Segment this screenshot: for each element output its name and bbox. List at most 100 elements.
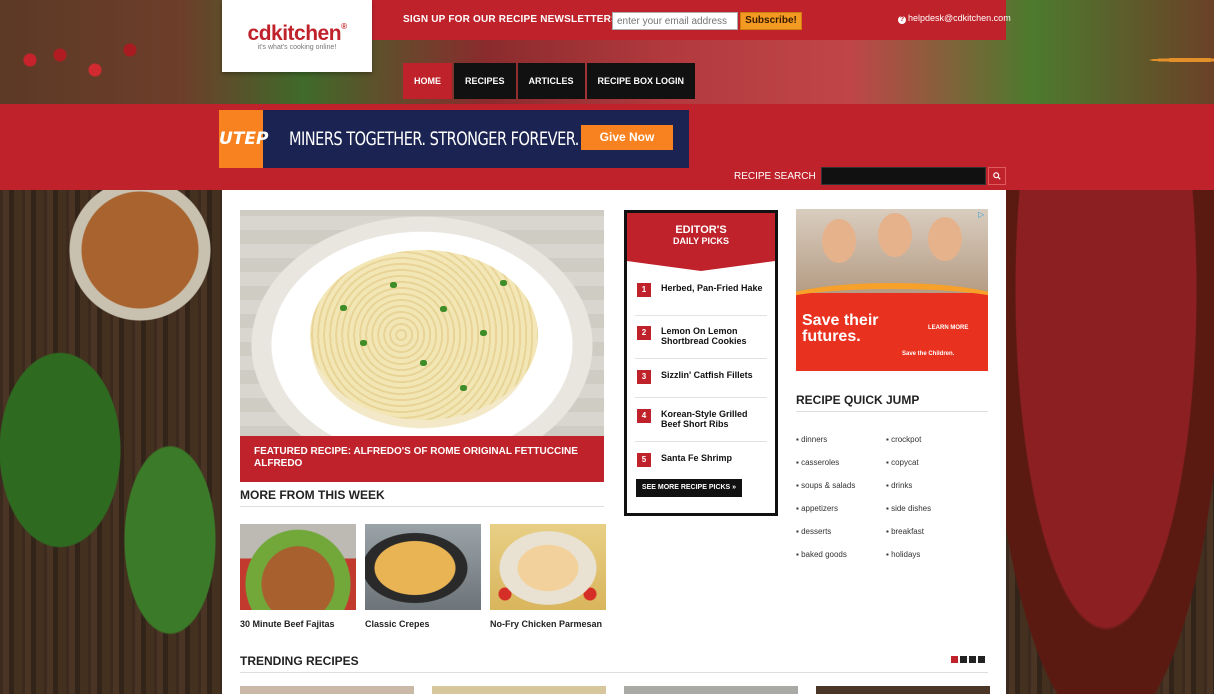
- help-icon: ?: [898, 16, 906, 24]
- pick-item[interactable]: 5 Santa Fe Shrimp: [637, 453, 767, 467]
- herb-garnish: [460, 385, 467, 391]
- logo-registered-mark: ®: [341, 22, 347, 31]
- subscribe-button[interactable]: Subscribe!: [740, 12, 802, 30]
- section-divider: [796, 411, 988, 412]
- featured-recipe[interactable]: FEATURED RECIPE: ALFREDO'S OF ROME ORIGI…: [240, 210, 604, 482]
- pick-label: Sizzlin' Catfish Fillets: [661, 370, 753, 380]
- trending-thumb[interactable]: [624, 686, 798, 694]
- left-background-image: [0, 190, 222, 694]
- pick-label: Korean-Style Grilled Beef Short Ribs: [661, 409, 748, 429]
- pick-divider: [635, 315, 767, 316]
- quick-jump-link[interactable]: ▪ drinks: [886, 481, 912, 490]
- carousel-dot[interactable]: [978, 656, 985, 663]
- section-divider: [240, 506, 604, 507]
- carousel-dot[interactable]: [960, 656, 967, 663]
- editors-daily-picks: EDITOR'S DAILY PICKS 1 Herbed, Pan-Fried …: [624, 210, 778, 516]
- herb-garnish: [360, 340, 367, 346]
- pick-label: Santa Fe Shrimp: [661, 453, 733, 463]
- more-from-week-title: MORE FROM THIS WEEK: [240, 488, 385, 502]
- recipe-thumb-fajitas[interactable]: [240, 524, 356, 610]
- quick-jump-link[interactable]: ▪ holidays: [886, 550, 920, 559]
- trending-thumb[interactable]: [816, 686, 990, 694]
- help-link[interactable]: ? helpdesk@cdkitchen.com: [898, 13, 1011, 24]
- quick-jump-link[interactable]: ▪ breakfast: [886, 527, 924, 536]
- pick-number: 2: [637, 326, 651, 340]
- help-email: helpdesk@cdkitchen.com: [908, 13, 1011, 23]
- child-photo: [928, 217, 962, 261]
- quick-jump-link[interactable]: ▪ appetizers: [796, 504, 838, 513]
- ad-photo: [796, 209, 988, 293]
- main-content: FEATURED RECIPE: ALFREDO'S OF ROME ORIGI…: [222, 190, 1006, 694]
- trending-thumb[interactable]: [240, 686, 414, 694]
- search-button[interactable]: [988, 167, 1006, 185]
- trending-thumb[interactable]: [432, 686, 606, 694]
- herb-garnish: [440, 306, 447, 312]
- ad-headline: Save their futures.: [802, 312, 879, 345]
- logo-text: cdkitchen: [247, 22, 342, 45]
- quick-jump-link[interactable]: ▪ soups & salads: [796, 481, 855, 490]
- pick-divider: [635, 397, 767, 398]
- nav-recipe-box-login[interactable]: RECIPE BOX LOGIN: [586, 63, 696, 99]
- give-now-button[interactable]: Give Now: [581, 125, 673, 150]
- quick-jump-link[interactable]: ▪ baked goods: [796, 550, 847, 559]
- pick-number: 4: [637, 409, 651, 423]
- recipe-thumb-label[interactable]: Classic Crepes: [365, 619, 430, 629]
- see-more-picks-button[interactable]: SEE MORE RECIPE PICKS »: [636, 479, 742, 497]
- utep-slogan: MINERS TOGETHER. STRONGER FOREVER.: [289, 128, 579, 150]
- pick-item[interactable]: 2 Lemon On Lemon Shortbread Cookies: [637, 326, 767, 346]
- child-photo: [822, 219, 856, 263]
- main-nav: HOME RECIPES ARTICLES RECIPE BOX LOGIN: [403, 63, 697, 99]
- recipe-thumb-label[interactable]: No-Fry Chicken Parmesan: [490, 619, 602, 629]
- recipe-search-label: RECIPE SEARCH: [734, 171, 816, 182]
- pick-label: Herbed, Pan-Fried Hake: [661, 283, 763, 293]
- right-background-image: [1006, 190, 1214, 694]
- picks-header-arrow: [627, 261, 775, 271]
- pick-divider: [635, 441, 767, 442]
- nav-articles[interactable]: ARTICLES: [517, 63, 585, 99]
- utep-banner-ad[interactable]: UTEP MINERS TOGETHER. STRONGER FOREVER. …: [219, 110, 689, 168]
- herb-garnish: [390, 282, 397, 288]
- herb-garnish: [500, 280, 507, 286]
- pick-item[interactable]: 4 Korean-Style Grilled Beef Short Ribs: [637, 409, 767, 429]
- picks-title: EDITOR'S: [675, 224, 727, 236]
- site-logo[interactable]: cdkitchen® it's what's cooking online!: [222, 0, 372, 72]
- recipe-thumb-label[interactable]: 30 Minute Beef Fajitas: [240, 619, 335, 629]
- featured-recipe-caption[interactable]: FEATURED RECIPE: ALFREDO'S OF ROME ORIGI…: [240, 436, 604, 482]
- quick-jump-link[interactable]: ▪ crockpot: [886, 435, 921, 444]
- newsletter-label: SIGN UP FOR OUR RECIPE NEWSLETTERS: [403, 14, 618, 25]
- recipe-thumb-crepes[interactable]: [365, 524, 481, 610]
- newsletter-email-input[interactable]: [612, 12, 738, 30]
- picks-subtitle: DAILY PICKS: [672, 236, 730, 246]
- pick-divider: [635, 358, 767, 359]
- nav-recipes[interactable]: RECIPES: [454, 63, 516, 99]
- carousel-dot[interactable]: [951, 656, 958, 663]
- save-the-children-ad[interactable]: Save their futures. LEARN MORE Save the …: [796, 209, 988, 371]
- pick-number: 1: [637, 283, 651, 297]
- quick-jump-link[interactable]: ▪ desserts: [796, 527, 831, 536]
- pick-label: Lemon On Lemon Shortbread Cookies: [661, 326, 747, 346]
- save-the-children-logo: Save the Children.: [902, 351, 955, 357]
- pick-number: 3: [637, 370, 651, 384]
- pick-item[interactable]: 3 Sizzlin' Catfish Fillets: [637, 370, 767, 384]
- carousel-pager: [949, 656, 985, 663]
- learn-more-button[interactable]: LEARN MORE: [928, 325, 968, 331]
- quick-jump-link[interactable]: ▪ dinners: [796, 435, 827, 444]
- herb-garnish: [420, 360, 427, 366]
- section-divider: [240, 672, 988, 673]
- quick-jump-link[interactable]: ▪ side dishes: [886, 504, 931, 513]
- herb-garnish: [480, 330, 487, 336]
- featured-recipe-image: [310, 250, 538, 420]
- utep-logo: UTEP: [219, 110, 268, 168]
- search-icon: [993, 172, 1001, 180]
- recipe-search-input[interactable]: [821, 167, 986, 185]
- trending-recipes-title: TRENDING RECIPES: [240, 654, 359, 668]
- pick-item[interactable]: 1 Herbed, Pan-Fried Hake: [637, 283, 767, 297]
- adchoices-icon[interactable]: ▷: [978, 210, 984, 219]
- quick-jump-link[interactable]: ▪ copycat: [886, 458, 919, 467]
- carousel-dot[interactable]: [969, 656, 976, 663]
- quick-jump-link[interactable]: ▪ casseroles: [796, 458, 839, 467]
- pick-number: 5: [637, 453, 651, 467]
- nav-home[interactable]: HOME: [403, 63, 452, 99]
- recipe-thumb-chicken-parmesan[interactable]: [490, 524, 606, 610]
- child-photo: [878, 213, 912, 257]
